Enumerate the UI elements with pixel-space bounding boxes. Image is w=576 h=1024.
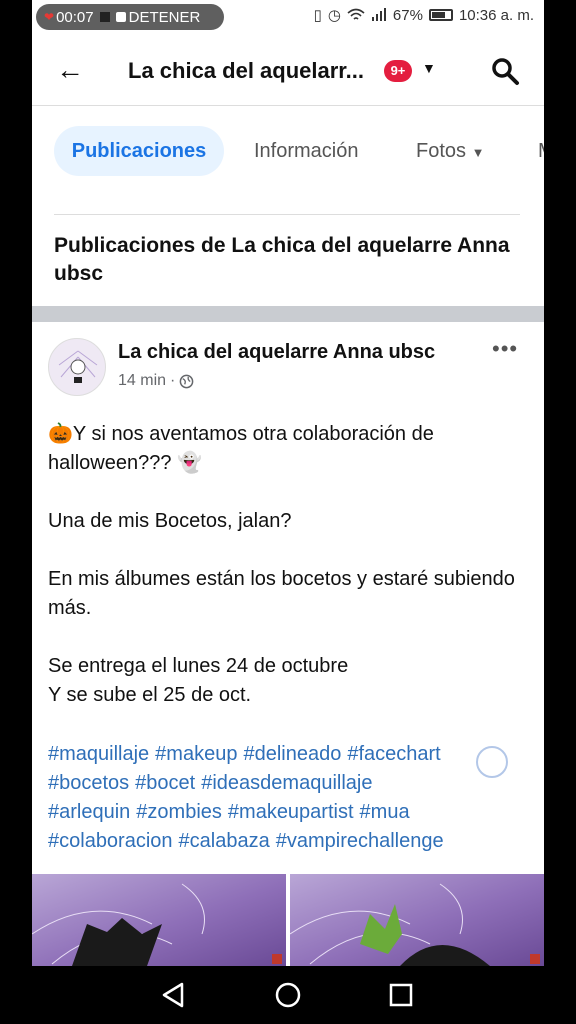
recording-stop-label: DETENER (128, 8, 201, 26)
battery-percent: 67% (392, 6, 423, 24)
avatar-art-icon (58, 350, 98, 383)
page-title[interactable]: La chica del aquelarr... (128, 58, 364, 84)
post-paragraph: Se entrega el lunes 24 de octubre Y se s… (48, 655, 349, 706)
record-square-icon (115, 12, 126, 22)
post-paragraph: 🎃Y si nos aventamos otra colaboración de… (48, 423, 434, 474)
nav-recents-icon[interactable] (388, 982, 414, 1008)
chevron-down-icon: ▼ (471, 145, 485, 160)
search-icon[interactable] (490, 56, 520, 86)
post-time[interactable]: 14 min (118, 372, 166, 390)
signal-icon (371, 8, 386, 21)
android-nav-bar (0, 966, 576, 1024)
clock: 10:36 a. m. (458, 6, 534, 24)
tab-fotos[interactable]: Fotos ▼ (416, 126, 484, 176)
hashtag-link[interactable]: #vampirechallenge (276, 830, 444, 852)
divider (54, 214, 520, 215)
section-separator (32, 306, 544, 322)
scroll-indicator[interactable] (476, 746, 508, 778)
notification-badge[interactable]: 9+ (384, 60, 412, 82)
hashtag-link[interactable]: #mua (360, 801, 410, 823)
more-options-icon[interactable]: ••• (492, 336, 518, 362)
tab-fotos-label: Fotos (416, 140, 467, 162)
hashtag-link[interactable]: #maquillaje (48, 743, 149, 765)
alarm-icon: ◷ (327, 7, 341, 24)
hashtag-link[interactable]: #ideasdemaquillaje (201, 772, 372, 794)
facechart-sketch-icon (32, 883, 282, 966)
stop-square-icon (99, 12, 110, 22)
globe-icon (180, 374, 194, 388)
recording-heart-icon: ❤ (44, 10, 55, 24)
vibrate-icon: ▯ (313, 7, 322, 24)
post-photo[interactable] (32, 874, 286, 966)
app-bar: ← La chica del aquelarr... 9+ ▼ (32, 36, 544, 106)
hashtag-link[interactable]: #arlequin (48, 801, 130, 823)
hashtag-link[interactable]: #delineado (243, 743, 341, 765)
post-paragraph: En mis álbumes están los bocetos y estar… (48, 568, 515, 619)
hashtag-link[interactable]: #bocet (135, 772, 195, 794)
post-text: 🎃Y si nos aventamos otra colaboración de… (48, 420, 528, 739)
hashtag-link[interactable]: #facechart (347, 743, 440, 765)
screen-recording-pill[interactable]: ❤ 00:07 DETENER (36, 4, 224, 30)
post-paragraph: Una de mis Bocetos, jalan? (48, 510, 292, 532)
tab-informacion[interactable]: Información (254, 126, 359, 176)
chevron-down-icon[interactable]: ▼ (422, 60, 436, 76)
hashtag-link[interactable]: #zombies (136, 801, 222, 823)
section-title: Publicaciones de La chica del aquelarre … (54, 234, 510, 285)
post-author[interactable]: La chica del aquelarre Anna ubsc (118, 341, 435, 364)
hashtag-link[interactable]: #calabaza (179, 830, 270, 852)
nav-home-icon[interactable] (274, 981, 302, 1009)
hashtag-link[interactable]: #makeupartist (228, 801, 354, 823)
recording-time: 00:07 (56, 8, 94, 26)
post-photo[interactable] (290, 874, 544, 966)
tab-publicaciones[interactable]: Publicaciones (54, 126, 224, 176)
hashtag-link[interactable]: #makeup (155, 743, 237, 765)
facechart-sketch-icon (290, 883, 540, 966)
status-bar: ❤ 00:07 DETENER ▯ ◷ 67% 10:36 a. m. (32, 0, 544, 36)
wifi-icon (347, 8, 365, 20)
meta-separator: · (170, 372, 176, 389)
post-meta: 14 min · (118, 372, 194, 390)
hashtag-link[interactable]: #colaboracion (48, 830, 173, 852)
battery-icon (428, 9, 453, 21)
profile-tabs: Publicaciones Información Fotos ▼ M (32, 106, 544, 194)
nav-back-icon[interactable] (160, 981, 186, 1009)
hashtag-link[interactable]: #bocetos (48, 772, 129, 794)
facebook-page-screen: ❤ 00:07 DETENER ▯ ◷ 67% 10:36 a. m. ← La… (32, 0, 544, 966)
hashtag-list: #maquillaje #makeup #delineado #facechart #… (48, 740, 528, 856)
tab-more[interactable]: M (538, 126, 544, 176)
back-arrow-icon[interactable]: ← (56, 56, 84, 84)
avatar[interactable] (48, 338, 106, 396)
status-icons: ▯ ◷ 67% 10:36 a. m. (313, 6, 534, 25)
